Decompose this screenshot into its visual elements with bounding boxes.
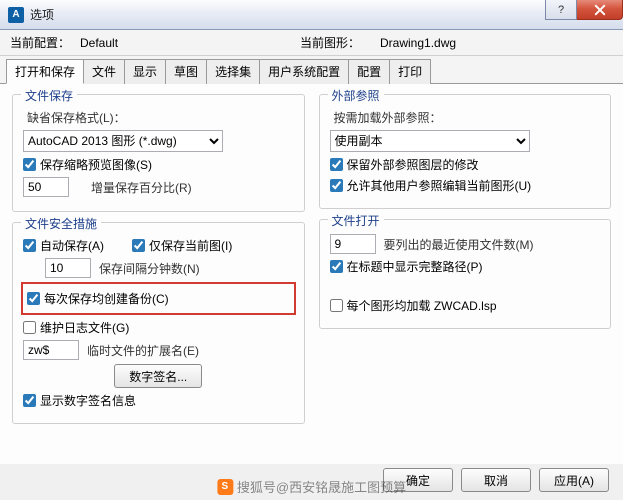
log-label-text: 维护日志文件(G) — [40, 319, 129, 336]
ok-button[interactable]: 确定 — [383, 468, 453, 492]
autosave-checkbox-label[interactable]: 自动保存(A) — [23, 237, 104, 254]
group-file-safety-title: 文件安全措施 — [21, 215, 101, 232]
group-file-safety: 文件安全措施 自动保存(A) 仅保存当前图(I) 保存间隔分钟数(N) — [12, 222, 305, 424]
thumbnail-label-text: 保存缩略预览图像(S) — [40, 156, 152, 173]
apply-button[interactable]: 应用(A) — [539, 468, 609, 492]
allow-edit-label-text: 允许其他用户参照编辑当前图形(U) — [347, 177, 532, 194]
xref-load-label: 按需加载外部参照： — [334, 109, 442, 126]
current-drawing-label: 当前图形： — [300, 34, 380, 51]
xref-load-select[interactable]: 使用副本 — [330, 130, 530, 152]
thumbnail-checkbox-label[interactable]: 保存缩略预览图像(S) — [23, 156, 152, 173]
cancel-button[interactable]: 取消 — [461, 468, 531, 492]
show-sign-checkbox-label[interactable]: 显示数字签名信息 — [23, 392, 136, 409]
digital-signature-button[interactable]: 数字签名... — [114, 364, 202, 388]
tab-file[interactable]: 文件 — [84, 59, 125, 84]
recent-files-label: 要列出的最近使用文件数(M) — [384, 236, 534, 253]
help-button[interactable]: ? — [545, 0, 577, 20]
load-zwcad-checkbox-label[interactable]: 每个图形均加载 ZWCAD.lsp — [330, 297, 497, 314]
fullpath-label-text: 在标题中显示完整路径(P) — [347, 258, 483, 275]
close-icon — [594, 4, 606, 16]
title-bar: A 选项 ? — [0, 0, 623, 30]
tab-open-save[interactable]: 打开和保存 — [6, 59, 84, 84]
close-button[interactable] — [577, 0, 623, 20]
load-zwcad-label-text: 每个图形均加载 ZWCAD.lsp — [347, 297, 497, 314]
window-controls: ? — [545, 0, 623, 29]
tab-profile[interactable]: 配置 — [349, 59, 390, 84]
group-file-open-title: 文件打开 — [328, 212, 384, 229]
log-checkbox-label[interactable]: 维护日志文件(G) — [23, 319, 129, 336]
only-current-label-text: 仅保存当前图(I) — [149, 237, 232, 254]
tab-draft[interactable]: 草图 — [166, 59, 207, 84]
tab-print[interactable]: 打印 — [390, 59, 431, 84]
group-file-open: 文件打开 要列出的最近使用文件数(M) 在标题中显示完整路径(P) 每个图形均加… — [319, 219, 612, 329]
tab-content: 文件保存 缺省保存格式(L)： AutoCAD 2013 图形 (*.dwg) … — [0, 84, 623, 464]
tab-strip: 打开和保存 文件 显示 草图 选择集 用户系统配置 配置 打印 — [0, 56, 623, 84]
tab-display[interactable]: 显示 — [125, 59, 166, 84]
temp-ext-label: 临时文件的扩展名(E) — [87, 342, 199, 359]
current-drawing-value: Drawing1.dwg — [380, 36, 456, 50]
backup-each-label-text: 每次保存均创建备份(C) — [44, 290, 169, 307]
app-icon: A — [8, 7, 24, 23]
interval-input[interactable] — [45, 258, 91, 278]
highlighted-backup-row: 每次保存均创建备份(C) — [21, 282, 296, 315]
keep-layer-checkbox[interactable] — [330, 158, 343, 171]
increment-input[interactable] — [23, 177, 69, 197]
group-file-save-title: 文件保存 — [21, 87, 77, 104]
backup-each-checkbox-label[interactable]: 每次保存均创建备份(C) — [27, 290, 169, 307]
backup-each-checkbox[interactable] — [27, 292, 40, 305]
group-xref: 外部参照 按需加载外部参照： 使用副本 保留外部参照图层的修改 允许其他用户参照… — [319, 94, 612, 209]
watermark: S 搜狐号@西安铭晟施工图预算 — [217, 477, 406, 496]
show-sign-checkbox[interactable] — [23, 394, 36, 407]
current-config-value: Default — [80, 36, 300, 50]
temp-ext-input[interactable] — [23, 340, 79, 360]
watermark-icon: S — [217, 479, 233, 495]
left-column: 文件保存 缺省保存格式(L)： AutoCAD 2013 图形 (*.dwg) … — [12, 94, 305, 454]
interval-label: 保存间隔分钟数(N) — [99, 260, 200, 277]
default-format-select[interactable]: AutoCAD 2013 图形 (*.dwg) — [23, 130, 223, 152]
window-title: 选项 — [30, 6, 545, 23]
autosave-checkbox[interactable] — [23, 239, 36, 252]
default-format-label: 缺省保存格式(L)： — [27, 109, 126, 126]
watermark-text: 搜狐号@西安铭晟施工图预算 — [237, 477, 406, 496]
show-sign-label-text: 显示数字签名信息 — [40, 392, 136, 409]
tab-user[interactable]: 用户系统配置 — [260, 59, 349, 84]
increment-label: 增量保存百分比(R) — [91, 179, 192, 196]
right-column: 外部参照 按需加载外部参照： 使用副本 保留外部参照图层的修改 允许其他用户参照… — [319, 94, 612, 454]
log-checkbox[interactable] — [23, 321, 36, 334]
group-xref-title: 外部参照 — [328, 87, 384, 104]
tab-selection[interactable]: 选择集 — [207, 59, 260, 84]
dialog-footer: 确定 取消 应用(A) — [383, 468, 609, 492]
only-current-checkbox[interactable] — [132, 239, 145, 252]
autosave-label-text: 自动保存(A) — [40, 237, 104, 254]
fullpath-checkbox[interactable] — [330, 260, 343, 273]
keep-layer-label-text: 保留外部参照图层的修改 — [347, 156, 479, 173]
current-config-label: 当前配置： — [10, 34, 80, 51]
fullpath-checkbox-label[interactable]: 在标题中显示完整路径(P) — [330, 258, 483, 275]
keep-layer-checkbox-label[interactable]: 保留外部参照图层的修改 — [330, 156, 479, 173]
only-current-checkbox-label[interactable]: 仅保存当前图(I) — [132, 237, 232, 254]
group-file-save: 文件保存 缺省保存格式(L)： AutoCAD 2013 图形 (*.dwg) … — [12, 94, 305, 212]
recent-files-input[interactable] — [330, 234, 376, 254]
thumbnail-checkbox[interactable] — [23, 158, 36, 171]
allow-edit-checkbox-label[interactable]: 允许其他用户参照编辑当前图形(U) — [330, 177, 532, 194]
config-info-row: 当前配置： Default 当前图形： Drawing1.dwg — [0, 30, 623, 56]
load-zwcad-checkbox[interactable] — [330, 299, 343, 312]
allow-edit-checkbox[interactable] — [330, 179, 343, 192]
